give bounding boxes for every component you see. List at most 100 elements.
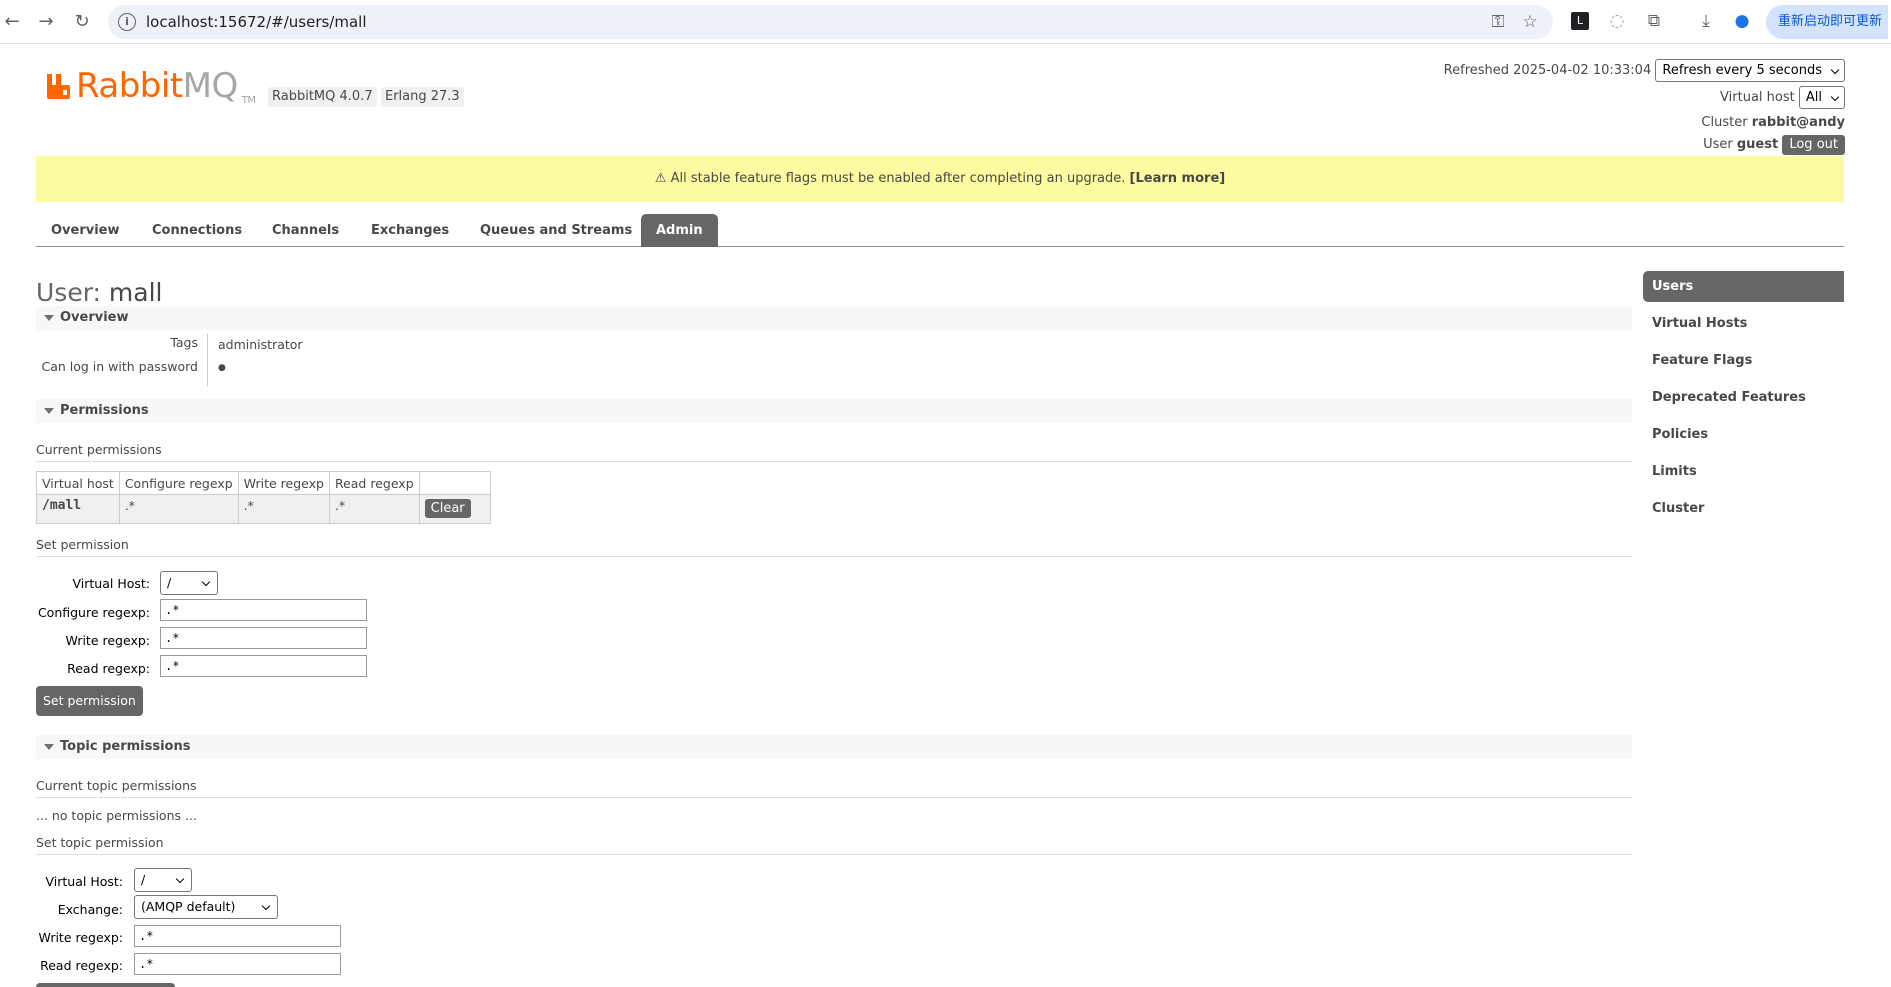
perm-configure-input[interactable]: .* — [160, 599, 367, 621]
login-with-password-value: ● — [218, 363, 226, 373]
extensions-puzzle-icon[interactable]: ⧉ — [1643, 10, 1665, 32]
reload-icon[interactable]: ↻ — [70, 10, 94, 34]
admin-nav-limits[interactable]: Limits — [1643, 456, 1844, 487]
refreshed-label: Refreshed — [1443, 63, 1510, 78]
topic-exchange-label: Exchange: — [57, 902, 123, 917]
update-label: 重新启动即可更新 — [1778, 14, 1883, 29]
cell-vhost: /mall — [36, 494, 120, 524]
rabbitmq-version-badge: RabbitMQ 4.0.7 — [268, 87, 377, 107]
vhost-filter-label: Virtual host — [1720, 90, 1795, 105]
tab-exchanges[interactable]: Exchanges — [356, 214, 464, 247]
topic-permissions-section-toggle[interactable]: Topic permissions — [36, 735, 1632, 759]
topic-vhost-select[interactable]: / — [134, 868, 192, 892]
overview-section-toggle[interactable]: Overview — [36, 306, 1632, 330]
site-info-icon[interactable]: i — [118, 13, 136, 31]
tab-queues-and-streams[interactable]: Queues and Streams — [465, 214, 647, 247]
topic-read-label: Read regexp: — [40, 958, 123, 973]
update-button[interactable]: 重新启动即可更新 ⋮ — [1766, 5, 1891, 39]
logo-trademark: TM — [241, 95, 256, 106]
cell-write: .* — [237, 494, 330, 524]
admin-nav-deprecated-features[interactable]: Deprecated Features — [1643, 382, 1844, 413]
refreshed-time: 2025-04-02 10:33:04 — [1513, 63, 1652, 78]
logo-text-mq: MQ — [182, 66, 239, 106]
topic-vhost-label: Virtual Host: — [45, 874, 124, 889]
profile-avatar-icon[interactable]: ● — [1731, 10, 1753, 32]
refresh-interval-select[interactable]: Refresh every 5 seconds — [1655, 59, 1845, 82]
perm-read-label: Read regexp: — [67, 661, 150, 676]
admin-nav-virtual-hosts[interactable]: Virtual Hosts — [1643, 308, 1844, 339]
perm-write-input[interactable]: .* — [160, 627, 367, 649]
extension-tile-icon[interactable]: L — [1571, 12, 1589, 30]
main-nav-tabs: Overview Connections Channels Exchanges … — [36, 214, 1844, 247]
perm-vhost-select[interactable]: / — [160, 571, 218, 595]
login-with-password-label: Can log in with password — [41, 359, 198, 374]
admin-nav-policies[interactable]: Policies — [1643, 419, 1844, 450]
col-action — [418, 471, 491, 495]
banner-text: All stable feature flags must be enabled… — [670, 171, 1126, 186]
cell-configure: .* — [118, 494, 239, 524]
cell-read: .* — [328, 494, 420, 524]
admin-sidebar: Users Virtual Hosts Feature Flags Deprec… — [1643, 271, 1844, 530]
col-configure-regexp: Configure regexp — [118, 471, 239, 495]
set-topic-permission-button-partial[interactable] — [36, 983, 175, 987]
set-permission-button[interactable]: Set permission — [36, 686, 143, 716]
permissions-section-toggle[interactable]: Permissions — [36, 399, 1632, 423]
set-permission-heading: Set permission — [36, 537, 1632, 557]
admin-nav-feature-flags[interactable]: Feature Flags — [1643, 345, 1844, 376]
tab-connections[interactable]: Connections — [137, 214, 257, 247]
topic-write-label: Write regexp: — [38, 930, 123, 945]
topic-vhost-select-value: / — [141, 872, 146, 887]
topic-exchange-select[interactable]: (AMQP default) — [134, 895, 278, 919]
cluster-name: rabbit@andy — [1751, 115, 1845, 130]
download-icon[interactable]: ⤓ — [1695, 10, 1717, 32]
forward-arrow-icon[interactable]: → — [34, 10, 58, 34]
facts-divider — [207, 334, 208, 386]
table-row: /mall .* .* .* Clear — [36, 494, 491, 524]
back-arrow-icon[interactable]: ← — [0, 10, 24, 34]
bookmark-star-icon[interactable]: ☆ — [1520, 12, 1540, 32]
col-write-regexp: Write regexp — [237, 471, 330, 495]
vhost-filter-value: All — [1805, 90, 1822, 105]
vhost-filter-select[interactable]: All — [1798, 86, 1845, 109]
user-label: User — [1703, 137, 1733, 152]
col-virtual-host: Virtual host — [36, 471, 120, 495]
cell-action: Clear — [418, 494, 491, 524]
current-topic-permissions-heading: Current topic permissions — [36, 778, 1632, 798]
warning-icon: ⚠ — [654, 171, 667, 186]
erlang-version-badge: Erlang 27.3 — [381, 87, 464, 107]
perm-vhost-select-value: / — [167, 575, 172, 590]
current-user-name: guest — [1736, 137, 1779, 152]
learn-more-link[interactable]: [Learn more] — [1130, 171, 1226, 186]
admin-nav-cluster[interactable]: Cluster — [1643, 493, 1844, 524]
admin-nav-users[interactable]: Users — [1643, 271, 1844, 302]
topic-read-input[interactable]: .* — [134, 953, 341, 975]
password-key-icon[interactable]: ⚿ — [1488, 12, 1508, 32]
page-title: User: mall — [36, 278, 163, 307]
chat-bubble-icon[interactable]: ◌ — [1606, 10, 1628, 32]
refresh-interval-value: Refresh every 5 seconds — [1662, 63, 1822, 78]
page-title-label: User: — [36, 278, 101, 307]
perm-read-input[interactable]: .* — [160, 655, 367, 677]
address-bar[interactable]: i localhost:15672/#/users/mall ⚿ ☆ — [108, 5, 1553, 39]
permissions-table: Virtual host Configure regexp Write rege… — [36, 471, 491, 524]
clear-permission-button[interactable]: Clear — [424, 499, 471, 518]
address-url[interactable]: localhost:15672/#/users/mall — [146, 13, 367, 31]
logout-button[interactable]: Log out — [1782, 134, 1845, 155]
table-header-row: Virtual host Configure regexp Write rege… — [36, 471, 491, 495]
browser-toolbar: ← → ↻ i localhost:15672/#/users/mall ⚿ ☆… — [0, 0, 1891, 44]
tab-admin[interactable]: Admin — [641, 214, 718, 247]
col-read-regexp: Read regexp — [328, 471, 420, 495]
no-topic-permissions-text: ... no topic permissions ... — [36, 808, 197, 823]
tab-overview[interactable]: Overview — [36, 214, 135, 247]
topic-exchange-select-value: (AMQP default) — [141, 899, 236, 914]
status-panel: Refreshed 2025-04-02 10:33:04 Refresh ev… — [1425, 58, 1845, 156]
tags-label: Tags — [170, 335, 198, 350]
current-permissions-heading: Current permissions — [36, 442, 1632, 462]
cluster-label: Cluster — [1701, 115, 1748, 130]
topic-write-input[interactable]: .* — [134, 925, 341, 947]
perm-vhost-label: Virtual Host: — [72, 576, 151, 591]
page-title-user: mall — [108, 278, 163, 307]
perm-configure-label: Configure regexp: — [37, 605, 150, 620]
tab-channels[interactable]: Channels — [257, 214, 354, 247]
feature-flag-warning-banner: ⚠ All stable feature flags must be enabl… — [36, 156, 1844, 202]
